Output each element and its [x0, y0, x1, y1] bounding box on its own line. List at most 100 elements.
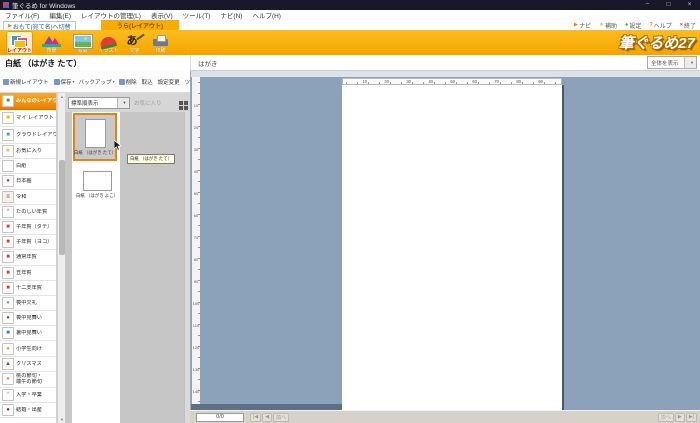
ruler-tick-label: 10 — [192, 86, 200, 108]
sidebar-category-item[interactable]: ■ 丑年賀 — [0, 266, 56, 281]
layout-card-portrait[interactable]: 白紙 （はがき たて） — [73, 113, 117, 161]
menu-item[interactable]: ナビ(N) — [215, 10, 247, 20]
menu-item[interactable]: レイアウトの管理(L) — [76, 10, 146, 20]
sidebar-scrollbar[interactable]: ▲ ▼ — [57, 93, 65, 423]
tool-photo[interactable]: 写真 — [69, 31, 96, 54]
category-label: クリスマス — [16, 361, 42, 367]
portrait-page-icon — [85, 119, 106, 148]
layout-action-button[interactable]: 取込 — [142, 78, 154, 86]
sidebar-category-item[interactable]: ● 喪中欠礼 — [0, 296, 56, 311]
category-icon: ★ — [2, 145, 14, 157]
layout-action-button[interactable]: 新規レイアウト — [3, 78, 50, 86]
sidebar-category-item[interactable]: ■ みんなのレイアウト — [0, 93, 56, 110]
pager-next-button[interactable]: ▶ — [675, 413, 685, 422]
category-icon-glyph: ★ — [5, 148, 10, 154]
sidebar-category-item[interactable]: ● 日本画 — [0, 174, 56, 189]
tool-print[interactable]: 印刷 — [147, 31, 174, 54]
sidebar-category-item[interactable]: ■ 十二支年賀 — [0, 281, 56, 296]
close-button[interactable]: × — [679, 0, 700, 10]
quick-button[interactable]: ● 設定 — [625, 21, 641, 30]
category-icon-glyph: ● — [6, 178, 10, 184]
category-icon-glyph: ● — [6, 407, 10, 413]
panel-header: 白紙 （はがき たて） — [0, 55, 190, 71]
sidebar-category-item[interactable]: ■ マイ レイアウト — [0, 110, 56, 127]
quick-button-icon: ★ — [599, 22, 604, 28]
tab-back-label: うら(レイアウト) — [117, 21, 163, 30]
horizontal-ruler: 102030405060708090 — [342, 78, 562, 85]
sidebar-category-item[interactable]: ≡ 令和 — [0, 190, 56, 205]
sidebar-category-item[interactable]: * 入学・卒業 — [0, 388, 56, 403]
quick-button[interactable]: × 終了 — [680, 21, 696, 30]
category-icon: ● — [2, 343, 14, 355]
sidebar-category-item[interactable]: * たのしい年賀 — [0, 205, 56, 220]
sidebar-category-item[interactable]: ● 桃の節句・端午の節句 — [0, 372, 56, 388]
layout-action-button[interactable]: バックアップ ▾ — [79, 78, 115, 86]
category-icon: ■ — [2, 282, 14, 294]
layout-action-button[interactable]: 設定変更 — [158, 78, 181, 86]
category-label: 暑中見舞い — [16, 330, 42, 336]
sidebar-category-item[interactable]: ■ 子年賀（ヨコ） — [0, 235, 56, 250]
sidebar-category-item[interactable]: ★ お気に入り — [0, 144, 56, 159]
layout-action-button[interactable]: 削除 — [119, 78, 138, 86]
sidebar-category-item[interactable]: ■ 子年賀（タテ） — [0, 220, 56, 235]
app-window: 筆ぐるめ for Windows − □ × ファイル(F)編集(E)レイアウト… — [0, 0, 700, 423]
zoom-select-value: 全体を表示 — [648, 59, 679, 67]
layout-icon — [10, 34, 30, 47]
sidebar-category-item[interactable]: ● 小学生向け — [0, 341, 56, 356]
category-icon-glyph: ■ — [6, 330, 10, 336]
tool-illustration[interactable]: イラスト — [95, 31, 122, 54]
tool-layout[interactable]: レイアウト — [6, 31, 33, 54]
pager-next-button[interactable]: 次へ — [658, 413, 674, 422]
category-label: 喪中欠礼 — [16, 300, 37, 306]
layout-action-button[interactable]: 保存 ▾ — [54, 78, 75, 86]
category-icon-glyph: ● — [6, 346, 10, 352]
tool-background[interactable]: 背景 — [38, 31, 65, 54]
maximize-button[interactable]: □ — [658, 0, 679, 10]
sidebar-category-item[interactable]: ▲ クリスマス — [0, 357, 56, 372]
category-label: 小学生向け — [16, 346, 42, 352]
action-label: 保存 — [61, 78, 72, 86]
tool-label: レイアウト — [7, 48, 32, 54]
pager-next-button[interactable]: ▶| — [686, 413, 697, 422]
page-canvas[interactable] — [342, 85, 562, 410]
action-icon — [54, 79, 60, 85]
pager-prev-button[interactable]: 前へ — [273, 413, 289, 422]
minimize-button[interactable]: − — [637, 0, 658, 10]
action-label: 新規レイアウト — [10, 78, 49, 86]
action-icon — [3, 79, 9, 85]
sidebar-category-item[interactable]: ■ 通常年賀 — [0, 250, 56, 265]
sidebar-category-item[interactable]: ■ クラウドレイアウト — [0, 127, 56, 144]
pager-prev-button[interactable]: |◀ — [250, 413, 261, 422]
sidebar-category-item[interactable]: ■ 暑中見舞い — [0, 326, 56, 341]
chevron-down-icon: ▼ — [684, 57, 696, 68]
menu-item[interactable]: 表示(V) — [146, 10, 178, 20]
tool-text[interactable]: あ 文字 — [121, 31, 148, 54]
sidebar-category-item[interactable]: 白紙 — [0, 159, 56, 174]
page-counter: 0/0 — [196, 413, 244, 422]
category-icon-glyph: ■ — [6, 132, 10, 138]
background-icon — [42, 34, 62, 47]
quick-button[interactable]: ★ 補助 — [599, 21, 617, 30]
action-label: 取込 — [142, 78, 153, 86]
menu-item[interactable]: ファイル(F) — [0, 10, 44, 20]
menu-item[interactable]: 編集(E) — [44, 10, 76, 20]
grid-view-icon[interactable] — [179, 101, 183, 105]
pager-prev-button[interactable]: ◀ — [262, 413, 272, 422]
sidebar-category-item[interactable]: ● 結婚・出産 — [0, 403, 56, 418]
tab-back-layout[interactable]: うら(レイアウト) — [101, 20, 179, 30]
landscape-page-icon — [83, 171, 112, 191]
quick-button[interactable]: ▶ ナビ — [574, 21, 591, 30]
quick-button[interactable]: ? ヘルプ — [649, 21, 671, 30]
menu-item[interactable]: ツール(T) — [178, 10, 216, 20]
title-bar: 筆ぐるめ for Windows − □ × — [0, 0, 700, 10]
sort-dropdown[interactable]: 標準順表示 ▼ — [68, 97, 130, 109]
menu-item[interactable]: ヘルプ(H) — [247, 10, 286, 20]
quick-button-icon: × — [680, 22, 683, 28]
category-icon: ■ — [2, 251, 14, 263]
action-icon — [119, 79, 125, 85]
sidebar-category-item[interactable]: ● 喪中見舞い — [0, 311, 56, 326]
window-title: 筆ぐるめ for Windows — [12, 0, 75, 10]
zoom-select[interactable]: 全体を表示 ▼ — [647, 56, 697, 69]
layout-card-landscape[interactable]: 白紙 （はがき よこ） — [75, 167, 119, 207]
tool-label: 写真 — [77, 48, 87, 54]
